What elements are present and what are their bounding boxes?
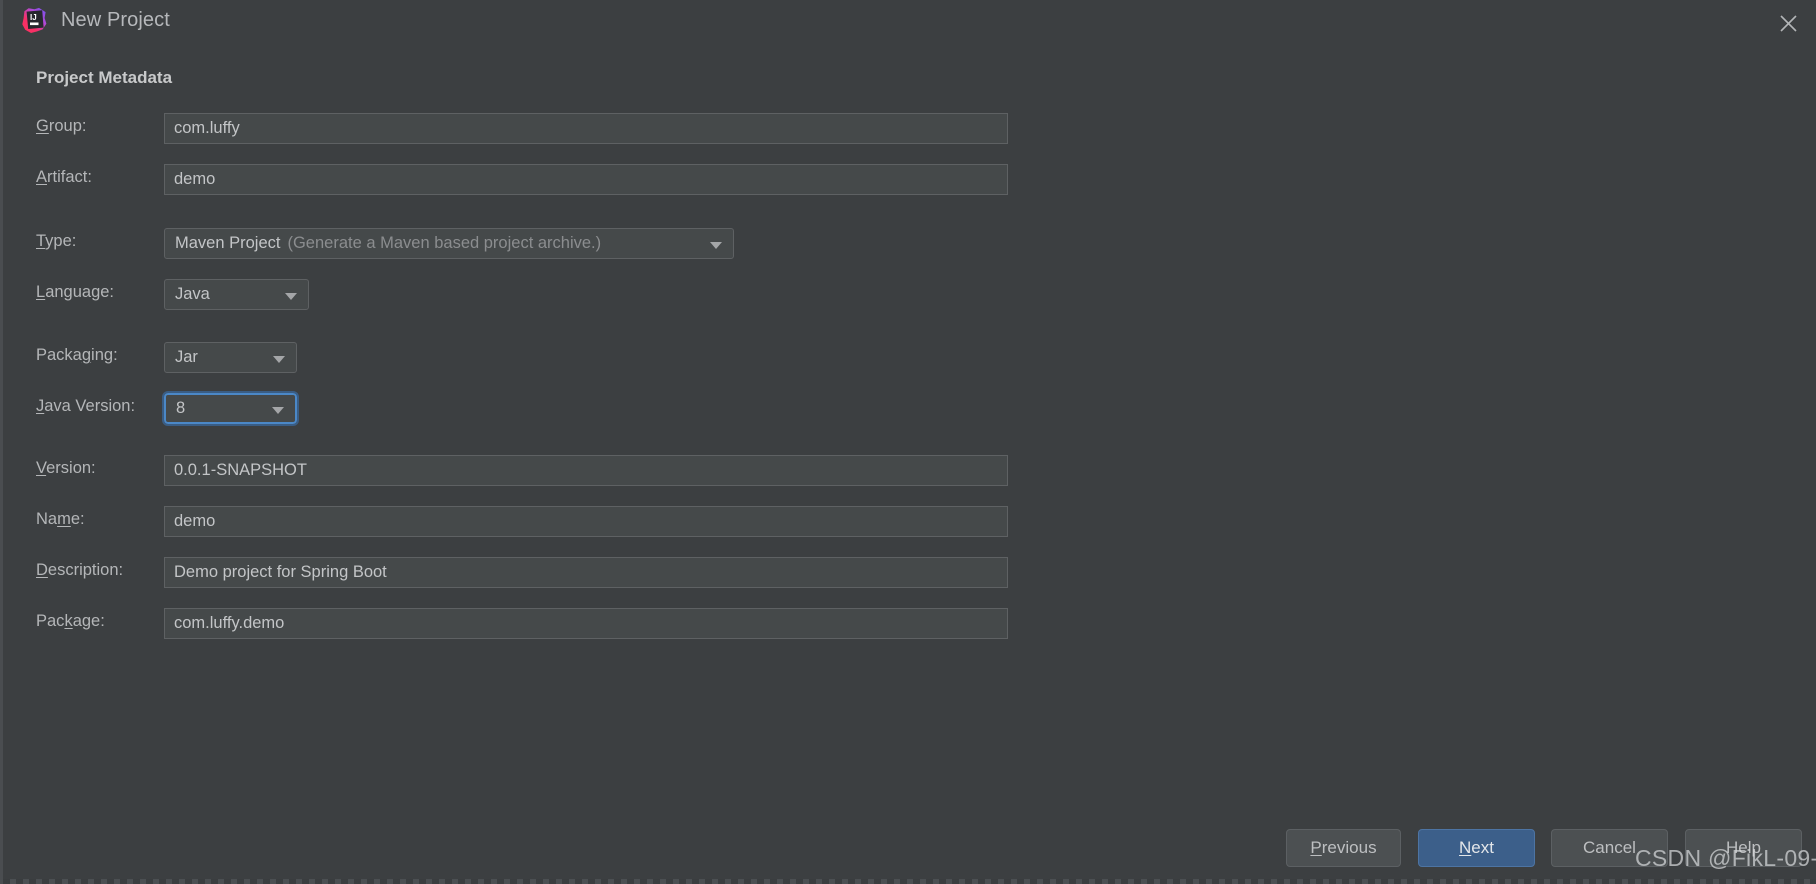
packaging-combobox-value: Jar [175,348,198,366]
chevron-down-icon[interactable] [272,406,284,414]
description-input-value: Demo project for Spring Boot [174,563,387,581]
name-input[interactable]: demo [164,506,1008,537]
chevron-down-icon[interactable] [273,355,285,363]
package-input[interactable]: com.luffy.demo [164,608,1008,639]
language-combobox[interactable]: Java [164,279,309,310]
packaging-combobox[interactable]: Jar [164,342,297,373]
java-version-combobox-value: 8 [176,399,186,417]
group-input[interactable]: com.luffy [164,113,1008,144]
page-title: Project Metadata [36,68,173,87]
group-input-value: com.luffy [174,119,240,137]
version-input-value: 0.0.1-SNAPSHOT [174,461,307,479]
intellij-idea-logo-icon: IJ [21,7,48,34]
package-input-value: com.luffy.demo [174,614,285,632]
language-combobox-value: Java [175,285,210,303]
label-type: Type: [36,232,77,250]
label-artifact: Artifact: [36,168,92,186]
chevron-down-icon[interactable] [710,241,722,249]
dialog-titlebar: IJ New Project [3,0,1816,44]
description-input[interactable]: Demo project for Spring Boot [164,557,1008,588]
label-description: Description: [36,561,124,579]
label-name: Name: [36,510,85,528]
type-combobox-hint: (Generate a Maven based project archive.… [287,234,602,252]
next-button[interactable]: Next [1418,829,1535,867]
label-packaging: Packaging: [36,346,118,364]
label-version: Version: [36,459,96,477]
dialog-title: New Project [61,9,170,31]
artifact-input-value: demo [174,170,216,188]
type-combobox[interactable]: Maven Project (Generate a Maven based pro… [164,228,734,259]
label-package: Package: [36,612,105,630]
artifact-input[interactable]: demo [164,164,1008,195]
close-icon[interactable] [1767,4,1809,40]
cancel-button[interactable]: Cancel [1551,829,1668,867]
chevron-down-icon[interactable] [285,292,297,300]
svg-text:IJ: IJ [30,13,37,22]
previous-button[interactable]: Previous [1286,829,1401,867]
new-project-dialog: IJ New Project Project Metadata Group: co… [0,0,1816,884]
label-java-version: Java Version: [36,397,136,415]
version-input[interactable]: 0.0.1-SNAPSHOT [164,455,1008,486]
java-version-combobox[interactable]: 8 [162,391,299,426]
name-input-value: demo [174,512,216,530]
help-button[interactable]: Help [1685,829,1802,867]
label-group: Group: [36,117,87,135]
cropped-bottom-strip [3,879,1816,884]
label-language: Language: [36,283,115,301]
type-combobox-value: Maven Project [175,234,281,252]
